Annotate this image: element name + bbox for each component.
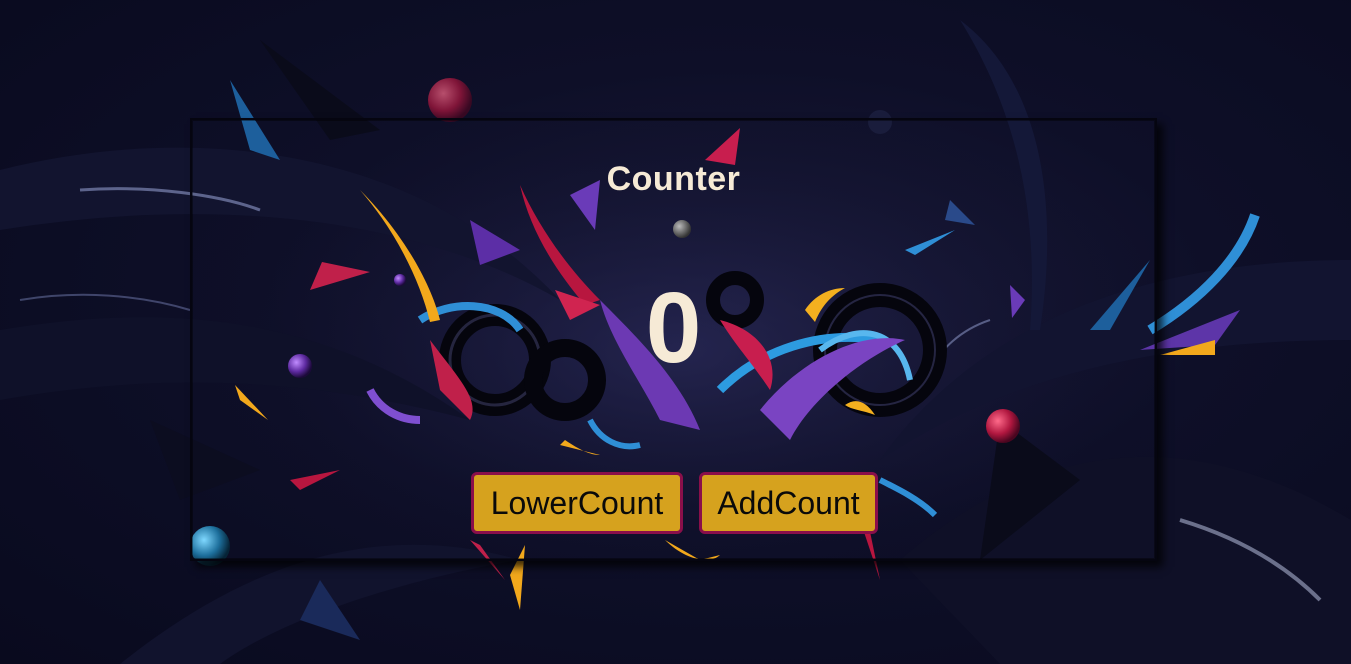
add-count-button[interactable]: AddCount (699, 472, 878, 534)
count-value: 0 (645, 272, 702, 384)
lower-count-button[interactable]: LowerCount (471, 472, 683, 534)
page-title: Counter (606, 160, 741, 198)
app-background: Counter 0 LowerCount AddCount (0, 0, 1351, 664)
